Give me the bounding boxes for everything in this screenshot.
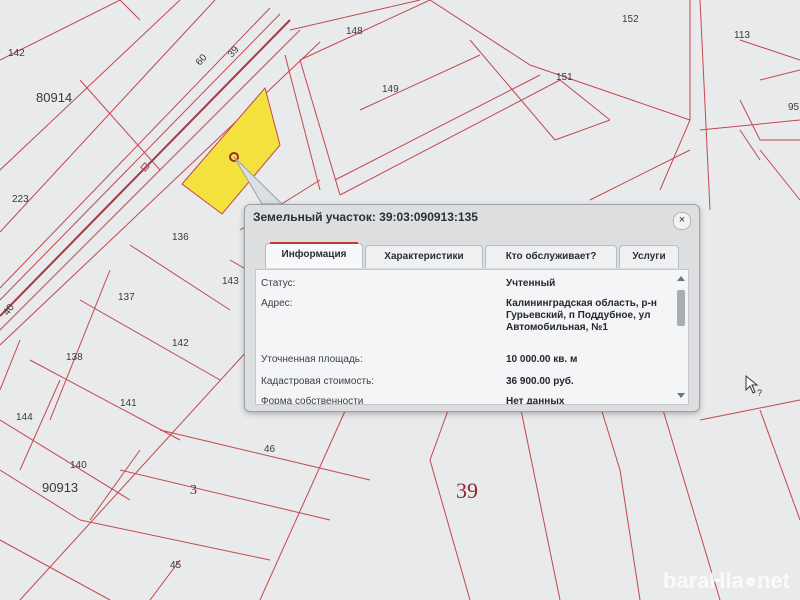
label-142a: 142 xyxy=(8,48,25,59)
svg-text:?: ? xyxy=(757,388,762,398)
scroll-up-icon[interactable] xyxy=(677,276,685,281)
label-45: 45 xyxy=(170,560,182,571)
scroll-down-icon[interactable] xyxy=(677,393,685,398)
field-label: Статус: xyxy=(261,278,296,289)
info-panel[interactable]: Статус: Учтенный Адрес: Калининградская … xyxy=(255,269,689,405)
field-value: 10 000.00 кв. м xyxy=(506,354,578,365)
label-39-large: 39 xyxy=(456,478,478,503)
tab-who-serves[interactable]: Кто обслуживает? xyxy=(485,245,617,268)
field-label: Уточненная площадь: xyxy=(261,354,363,365)
label-46: 46 xyxy=(264,444,276,455)
label-143: 143 xyxy=(222,276,239,287)
label-148: 148 xyxy=(346,26,363,37)
field-label: Кадастровая стоимость: xyxy=(261,376,375,387)
tab-info[interactable]: Информация xyxy=(265,242,363,268)
close-icon[interactable]: × xyxy=(673,212,691,230)
label-151: 151 xyxy=(556,72,573,83)
label-113: 113 xyxy=(734,30,750,41)
field-value: 36 900.00 руб. xyxy=(506,376,574,387)
field-value: Калининградская область, р-н Гурьевский,… xyxy=(506,298,657,333)
field-label: Форма собственности xyxy=(261,396,364,405)
label-138: 138 xyxy=(66,352,83,363)
watermark-logo: baraHla●net xyxy=(663,568,790,593)
tab-characteristics[interactable]: Характеристики xyxy=(365,245,483,268)
label-80914: 80914 xyxy=(36,90,72,105)
field-value: Учтенный xyxy=(506,278,556,289)
label-136: 136 xyxy=(172,232,189,243)
label-137: 137 xyxy=(118,292,135,303)
scroll-thumb[interactable] xyxy=(677,290,685,326)
label-142b: 142 xyxy=(172,338,189,349)
field-label: Адрес: xyxy=(261,298,293,309)
label-140: 140 xyxy=(70,460,87,471)
label-141: 141 xyxy=(120,398,137,409)
field-value: Нет данных xyxy=(506,396,565,405)
label-149: 149 xyxy=(382,84,399,95)
label-152: 152 xyxy=(622,14,639,25)
label-90913: 90913 xyxy=(42,480,78,495)
label-95: 95 xyxy=(788,102,800,113)
popup-title: Земельный участок: 39:03:090913:135 xyxy=(253,210,478,224)
label-144: 144 xyxy=(16,412,33,423)
scrollbar[interactable] xyxy=(676,276,686,398)
cursor-help-icon: ? xyxy=(745,374,762,398)
parcel-info-popup: Земельный участок: 39:03:090913:135 × Ин… xyxy=(244,204,700,412)
tab-services[interactable]: Услуги xyxy=(619,245,679,268)
label-223: 223 xyxy=(12,194,29,205)
label-3: 3 xyxy=(190,483,197,498)
